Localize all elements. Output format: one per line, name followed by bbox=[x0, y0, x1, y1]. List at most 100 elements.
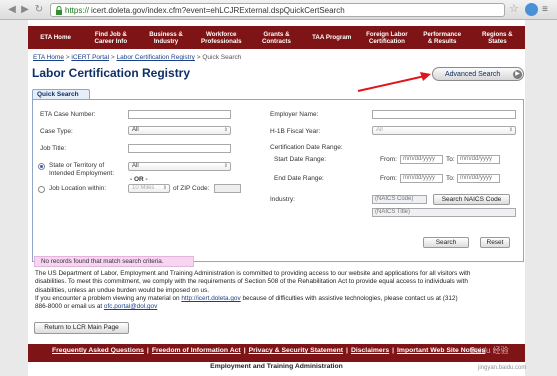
browser-toolbar: ◀ ▶ ↻ https:// icert.doleta.gov/index.cf… bbox=[0, 0, 557, 20]
employer-name-input[interactable] bbox=[372, 110, 516, 119]
zip-label: of ZIP Code: bbox=[173, 185, 210, 192]
case-type-label: Case Type: bbox=[40, 128, 73, 135]
job-location-label: Job Location within: bbox=[49, 185, 107, 192]
nav-regions-states[interactable]: Regions & States bbox=[470, 26, 525, 49]
naics-title-input[interactable]: (NAICS Title) bbox=[372, 208, 516, 217]
end-date-to-input[interactable]: mm/dd/yyyy bbox=[457, 174, 500, 183]
menu-icon[interactable]: ≡ bbox=[542, 4, 548, 16]
nav-taa-program[interactable]: TAA Program bbox=[304, 26, 359, 49]
nav-find-job[interactable]: Find Job & Career Info bbox=[83, 26, 138, 49]
extension-icon[interactable] bbox=[525, 3, 538, 16]
advanced-search-button[interactable]: Advanced Search ▶ bbox=[432, 67, 524, 81]
breadcrumb-current: Quick Search bbox=[202, 54, 242, 61]
breadcrumb-separator: > bbox=[65, 54, 70, 61]
fiscal-year-select[interactable]: All ⇕ bbox=[372, 126, 516, 135]
footer-link-privacy[interactable]: Privacy & Security Statement bbox=[249, 347, 343, 354]
footer-separator: | bbox=[392, 347, 395, 354]
end-date-from-input[interactable]: mm/dd/yyyy bbox=[400, 174, 443, 183]
footer-organization: Employment and Training Administration bbox=[210, 363, 343, 370]
icert-link[interactable]: http://icert.doleta.gov bbox=[181, 295, 240, 302]
state-radio[interactable] bbox=[38, 163, 45, 170]
nav-business-industry[interactable]: Business & Industry bbox=[138, 26, 193, 49]
search-naics-button[interactable]: Search NAICS Code bbox=[433, 194, 510, 205]
select-arrows-icon: ⇕ bbox=[162, 185, 167, 191]
footer-link-faq[interactable]: Frequently Asked Questions bbox=[52, 347, 144, 354]
nav-eta-home[interactable]: ETA Home bbox=[28, 26, 83, 49]
start-date-label: Start Date Range: bbox=[274, 156, 327, 163]
select-arrows-icon: ⇕ bbox=[223, 127, 228, 133]
breadcrumb-separator: > bbox=[110, 54, 115, 61]
fiscal-year-value: All bbox=[376, 127, 383, 133]
address-bar[interactable]: https:// icert.doleta.gov/index.cfm?even… bbox=[50, 3, 505, 17]
footer-separator: | bbox=[243, 347, 246, 354]
select-arrows-icon: ⇕ bbox=[508, 127, 513, 133]
footer-separator: | bbox=[346, 347, 348, 354]
url-scheme: https:// bbox=[65, 6, 90, 15]
page-title: Labor Certification Registry bbox=[32, 66, 191, 80]
miles-value: 10 Miles bbox=[132, 185, 155, 191]
url-path: icert.doleta.gov/index.cfm?event=ehLCJRE… bbox=[91, 6, 345, 15]
no-records-message: No records found that match search crite… bbox=[34, 256, 194, 267]
start-from-label: From: bbox=[380, 156, 397, 163]
nav-grants-contracts[interactable]: Grants & Contracts bbox=[249, 26, 304, 49]
nav-foreign-labor-certification[interactable]: Foreign Labor Certification bbox=[359, 26, 414, 49]
main-nav: ETA Home Find Job & Career Info Business… bbox=[28, 26, 525, 49]
notice-line: disabilities. To meet this commitment, w… bbox=[35, 278, 468, 286]
select-arrows-icon: ⇕ bbox=[223, 163, 228, 169]
search-button[interactable]: Search bbox=[423, 237, 469, 248]
naics-code-input[interactable]: (NAICS Code) bbox=[372, 195, 427, 204]
notice-line: 886-8000 or email us at ofc.portal@dol.g… bbox=[35, 303, 522, 311]
notice-line: The US Department of Labor, Employment a… bbox=[35, 270, 471, 277]
reload-icon[interactable]: ↻ bbox=[33, 4, 45, 16]
case-type-select[interactable]: All ⇕ bbox=[128, 126, 231, 135]
nav-workforce-professionals[interactable]: Workforce Professionals bbox=[194, 26, 249, 49]
email-link[interactable]: ofc.portal@dol.gov bbox=[104, 303, 157, 310]
state-select[interactable]: All ⇕ bbox=[128, 162, 231, 171]
notice-text: 886-8000 or email us at bbox=[35, 303, 104, 311]
breadcrumb: ETA Home > iCERT Portal > Labor Certific… bbox=[33, 54, 241, 61]
job-location-radio[interactable] bbox=[38, 186, 45, 193]
advanced-search-label: Advanced Search bbox=[445, 71, 501, 78]
bookmark-star-icon[interactable]: ☆ bbox=[509, 3, 519, 15]
nav-performance-results[interactable]: Performance & Results bbox=[415, 26, 470, 49]
case-type-value: All bbox=[132, 127, 139, 133]
breadcrumb-lcr[interactable]: Labor Certification Registry bbox=[117, 54, 195, 61]
start-date-to-input[interactable]: mm/dd/yyyy bbox=[457, 155, 500, 164]
employer-name-label: Employer Name: bbox=[270, 111, 319, 118]
footer-links: Frequently Asked Questions | Freedom of In… bbox=[52, 347, 485, 354]
notice-text: If you encounter a problem viewing any m… bbox=[35, 294, 182, 302]
zip-code-input[interactable] bbox=[214, 184, 241, 193]
fiscal-year-label: H-1B Fiscal Year: bbox=[270, 128, 321, 135]
eta-case-number-label: ETA Case Number: bbox=[40, 111, 96, 118]
tab-quick-search-label: Quick Search bbox=[37, 91, 79, 98]
footer-link-disclaimers[interactable]: Disclaimers bbox=[351, 347, 389, 354]
state-label-line1: State or Territory of bbox=[49, 162, 105, 169]
back-icon[interactable]: ◀ bbox=[6, 4, 18, 16]
breadcrumb-eta-home[interactable]: ETA Home bbox=[33, 54, 64, 61]
return-to-lcr-button[interactable]: Return to LCR Main Page bbox=[34, 322, 129, 334]
footer-separator: | bbox=[146, 347, 149, 354]
job-title-label: Job Title: bbox=[40, 145, 67, 152]
forward-icon[interactable]: ▶ bbox=[19, 4, 31, 16]
tab-quick-search[interactable]: Quick Search bbox=[32, 89, 90, 99]
lock-icon bbox=[56, 6, 62, 15]
start-to-label: To: bbox=[446, 156, 455, 163]
eta-case-number-input[interactable] bbox=[128, 110, 231, 119]
state-label-line2: Intended Employment: bbox=[49, 170, 115, 177]
or-separator: - OR - bbox=[130, 176, 148, 183]
start-date-from-input[interactable]: mm/dd/yyyy bbox=[400, 155, 443, 164]
state-value: All bbox=[132, 163, 139, 169]
reset-button[interactable]: Reset bbox=[480, 237, 510, 248]
breadcrumb-separator: > bbox=[196, 54, 201, 61]
industry-label: Industry: bbox=[270, 196, 295, 203]
breadcrumb-icert-portal[interactable]: iCERT Portal bbox=[71, 54, 109, 61]
footer-link-foia[interactable]: Freedom of Information Act bbox=[152, 347, 241, 354]
cert-date-range-label: Certification Date Range: bbox=[270, 144, 343, 151]
accessibility-notice: The US Department of Labor, Employment a… bbox=[35, 270, 522, 311]
notice-line: disabilities, unless an undue burden wou… bbox=[35, 286, 210, 294]
job-title-input[interactable] bbox=[128, 144, 231, 153]
watermark-logo: Baidu 经验 bbox=[470, 346, 509, 355]
miles-select[interactable]: 10 Miles ⇕ bbox=[128, 184, 170, 193]
watermark-url: jingyan.baidu.com bbox=[478, 365, 527, 371]
end-date-label: End Date Range: bbox=[274, 175, 324, 182]
